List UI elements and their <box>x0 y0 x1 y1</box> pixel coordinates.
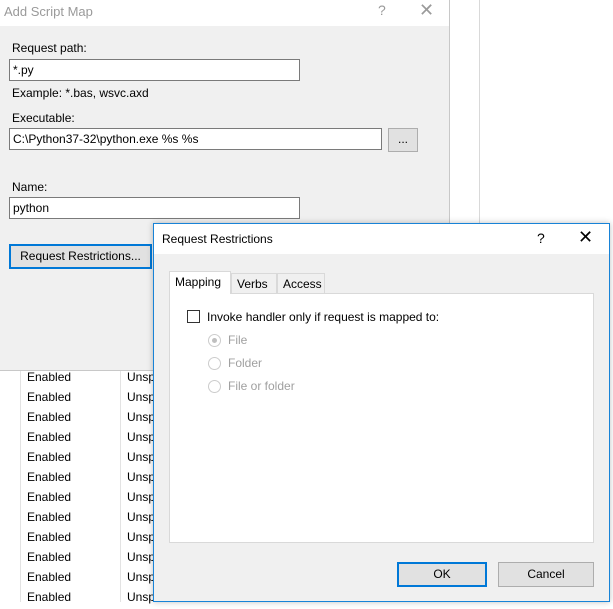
radio-file-or-folder-label: File or folder <box>228 379 295 393</box>
edge-glyph: d <box>449 130 457 144</box>
close-icon[interactable]: ✕ <box>578 227 593 248</box>
edge-glyph: d <box>449 210 457 224</box>
radio-folder-label: Folder <box>228 356 263 370</box>
list-row[interactable]: Enabled Unsp <box>0 389 160 409</box>
edge-glyph: d <box>449 90 457 104</box>
edge-glyph: d <box>449 170 457 184</box>
list-row[interactable]: Enabled Unsp <box>0 409 160 429</box>
executable-input[interactable]: C:\Python37-32\python.exe %s %s <box>9 128 382 150</box>
list-row[interactable]: Enabled Unsp <box>0 449 160 469</box>
row-status: Enabled <box>27 570 72 584</box>
row-status: Enabled <box>27 550 72 564</box>
row-type: Unsp <box>127 510 153 524</box>
list-row[interactable]: Enabled Unsp <box>0 469 160 489</box>
cancel-button[interactable]: Cancel <box>498 562 594 587</box>
dialog-title: Request Restrictions <box>162 232 273 246</box>
dialog-title: Add Script Map <box>4 4 93 19</box>
row-status: Enabled <box>27 370 72 384</box>
radio-file <box>208 334 221 347</box>
help-icon[interactable]: ? <box>378 2 386 18</box>
edge-glyph: d <box>449 10 457 24</box>
invoke-handler-checkbox[interactable] <box>187 310 200 323</box>
edge-glyph: d <box>449 50 457 64</box>
executable-label: Executable: <box>12 111 75 125</box>
edge-glyph: d <box>449 110 457 124</box>
list-row[interactable]: Enabled Unsp <box>0 489 160 509</box>
list-row[interactable]: Enabled Unsp <box>0 549 160 569</box>
list-row[interactable]: Enabled Unsp <box>0 529 160 549</box>
row-type: Unsp <box>127 490 153 504</box>
tab-verbs[interactable]: Verbs <box>231 273 277 293</box>
row-type: Unsp <box>127 430 153 444</box>
background-edge-column: d d d d d d d d d d d <box>449 0 481 230</box>
row-type: Unsp <box>127 370 153 384</box>
row-type: Unsp <box>127 450 153 464</box>
list-row[interactable]: Enabled Unsp <box>0 569 160 589</box>
request-path-label: Request path: <box>12 41 87 55</box>
row-status: Enabled <box>27 470 72 484</box>
request-restrictions-dialog: Request Restrictions ? ✕ Mapping Verbs A… <box>153 223 610 602</box>
title-bar[interactable]: Request Restrictions ? ✕ <box>154 224 609 254</box>
row-status: Enabled <box>27 450 72 464</box>
list-row[interactable]: Enabled Unsp <box>0 429 160 449</box>
browse-button[interactable]: ... <box>388 128 418 152</box>
request-path-input[interactable]: *.py <box>9 59 300 81</box>
list-row[interactable]: Enabled Unsp <box>0 369 160 389</box>
name-input[interactable]: python <box>9 197 300 219</box>
mapping-panel: Invoke handler only if request is mapped… <box>169 293 594 543</box>
row-status: Enabled <box>27 530 72 544</box>
row-status: Enabled <box>27 390 72 404</box>
request-restrictions-button[interactable]: Request Restrictions... <box>9 244 152 269</box>
row-status: Enabled <box>27 510 72 524</box>
tab-access[interactable]: Access <box>277 273 325 293</box>
row-type: Unsp <box>127 570 153 584</box>
help-icon[interactable]: ? <box>537 230 545 246</box>
invoke-handler-label[interactable]: Invoke handler only if request is mapped… <box>207 310 439 324</box>
edge-glyph: d <box>449 190 457 204</box>
row-type: Unsp <box>127 530 153 544</box>
row-type: Unsp <box>127 390 153 404</box>
column-divider <box>479 0 480 230</box>
row-status: Enabled <box>27 410 72 424</box>
list-row[interactable]: Enabled Unsp <box>0 589 160 609</box>
list-row[interactable]: Enabled Unsp <box>0 509 160 529</box>
radio-file-label: File <box>228 333 248 347</box>
row-status: Enabled <box>27 490 72 504</box>
tab-mapping[interactable]: Mapping <box>169 271 231 294</box>
name-label: Name: <box>12 180 48 194</box>
title-bar[interactable]: Add Script Map ? ✕ <box>0 0 449 26</box>
row-type: Unsp <box>127 470 153 484</box>
close-icon[interactable]: ✕ <box>419 0 434 21</box>
edge-glyph: d <box>449 150 457 164</box>
row-type: Unsp <box>127 410 153 424</box>
radio-file-or-folder <box>208 380 221 393</box>
ok-button[interactable]: OK <box>397 562 487 587</box>
row-type: Unsp <box>127 550 153 564</box>
row-status: Enabled <box>27 430 72 444</box>
example-text: Example: *.bas, wsvc.axd <box>12 86 149 100</box>
radio-folder <box>208 357 221 370</box>
edge-glyph: d <box>449 30 457 44</box>
edge-glyph: d <box>449 70 457 84</box>
